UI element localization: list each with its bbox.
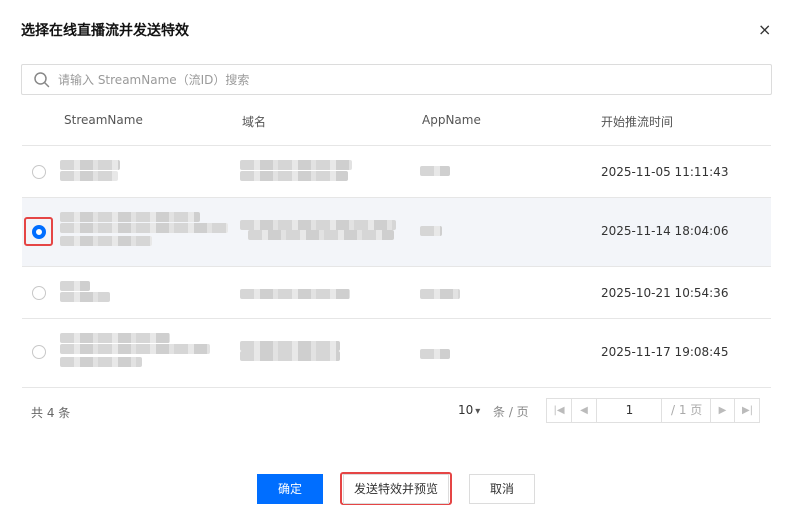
column-header-start-time: 开始推流时间 <box>601 115 674 129</box>
column-header-appname: AppName <box>422 113 481 127</box>
column-header-streamname: StreamName <box>64 113 143 127</box>
prev-page-icon[interactable]: ◀ <box>572 399 597 422</box>
domain-cell-blurred <box>240 289 350 299</box>
page-size-value: 10 <box>458 403 474 417</box>
last-page-icon[interactable]: ▶| <box>735 399 760 422</box>
column-header-domain: 域名 <box>242 115 267 129</box>
start-time-cell: 2025-11-05 11:11:43 <box>601 165 729 179</box>
chevron-down-icon: ▾ <box>475 406 481 417</box>
next-page-icon[interactable]: ▶ <box>710 399 735 422</box>
total-pages: / 1 页 <box>671 403 703 417</box>
row-radio[interactable] <box>32 345 46 359</box>
appname-cell-blurred <box>420 289 460 299</box>
streamname-cell-blurred <box>60 344 210 354</box>
row-radio-checked[interactable] <box>32 225 46 239</box>
page-number-input[interactable]: 1 <box>598 399 662 422</box>
first-page-icon[interactable]: |◀ <box>547 399 572 422</box>
streamname-cell-blurred <box>60 160 120 170</box>
table-row[interactable]: 2025-11-17 19:08:45 <box>22 319 771 388</box>
streamname-cell-blurred <box>60 281 90 291</box>
row-radio[interactable] <box>32 165 46 179</box>
search-box[interactable] <box>21 64 772 95</box>
send-effect-preview-button[interactable]: 发送特效并预览 <box>343 474 449 504</box>
streamname-cell-blurred <box>60 357 142 367</box>
confirm-button[interactable]: 确定 <box>257 474 323 504</box>
table-row-selected[interactable]: 2025-11-14 18:04:06 <box>22 198 771 267</box>
cancel-button[interactable]: 取消 <box>469 474 535 504</box>
per-page-label: 条 / 页 <box>493 405 529 419</box>
pager: |◀ ◀ 1 / 1 页 ▶ ▶| <box>546 398 760 423</box>
domain-cell-blurred <box>240 220 396 230</box>
domain-cell-blurred <box>240 171 348 181</box>
streamname-cell-blurred <box>60 333 170 343</box>
close-icon[interactable]: × <box>758 22 771 38</box>
domain-cell-blurred <box>248 230 394 240</box>
table-row[interactable]: 2025-10-21 10:54:36 <box>22 267 771 319</box>
table-row[interactable]: 2025-11-05 11:11:43 <box>22 146 771 198</box>
start-time-cell: 2025-11-14 18:04:06 <box>601 224 729 238</box>
streamname-cell-blurred <box>60 223 228 233</box>
search-icon <box>34 72 50 88</box>
page-size-select[interactable]: 10 ▾ <box>458 403 480 417</box>
row-radio[interactable] <box>32 286 46 300</box>
appname-cell-blurred <box>420 349 450 359</box>
total-count: 共 4 条 <box>31 406 71 420</box>
start-time-cell: 2025-11-17 19:08:45 <box>601 345 729 359</box>
search-input[interactable] <box>58 69 758 91</box>
streamname-cell-blurred <box>60 236 152 246</box>
streamname-cell-blurred <box>60 212 200 222</box>
domain-cell-blurred <box>240 351 340 361</box>
domain-cell-blurred <box>240 341 340 351</box>
start-time-cell: 2025-10-21 10:54:36 <box>601 286 729 300</box>
appname-cell-blurred <box>420 226 442 236</box>
dialog-title: 选择在线直播流并发送特效 <box>21 23 189 39</box>
appname-cell-blurred <box>420 166 450 176</box>
domain-cell-blurred <box>240 160 352 170</box>
streamname-cell-blurred <box>60 171 118 181</box>
streamname-cell-blurred <box>60 292 110 302</box>
